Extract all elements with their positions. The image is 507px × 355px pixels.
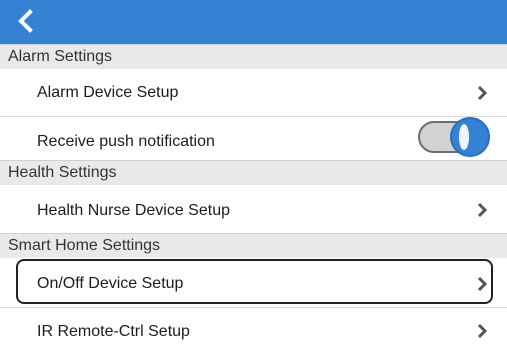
header-bar: [0, 0, 507, 44]
chevron-right-icon: [477, 85, 488, 101]
section-header-health: Health Settings: [0, 160, 507, 185]
row-alarm-device-setup[interactable]: Alarm Device Setup: [0, 69, 507, 116]
section-title-smart-home: Smart Home Settings: [8, 237, 161, 254]
section-header-alarm: Alarm Settings: [0, 44, 507, 69]
row-label-ir-remote-ctrl-setup: IR Remote-Ctrl Setup: [37, 323, 190, 340]
chevron-left-icon: [18, 9, 33, 33]
chevron-right-icon: [477, 202, 488, 218]
section-header-smart-home: Smart Home Settings: [0, 233, 507, 258]
row-ir-remote-ctrl-setup[interactable]: IR Remote-Ctrl Setup: [0, 308, 507, 355]
row-health-nurse-device-setup[interactable]: Health Nurse Device Setup: [0, 185, 507, 233]
push-notification-toggle[interactable]: [416, 117, 490, 157]
settings-screen: Alarm Settings Alarm Device Setup Receiv…: [0, 0, 507, 355]
toggle-knob: [450, 117, 490, 157]
section-title-health: Health Settings: [8, 164, 117, 181]
chevron-right-icon: [477, 323, 488, 339]
row-label-push-notification: Receive push notification: [37, 133, 215, 150]
focus-highlight: [16, 259, 493, 304]
section-title-alarm: Alarm Settings: [8, 48, 113, 65]
back-button[interactable]: [10, 2, 40, 40]
row-label-alarm-device-setup: Alarm Device Setup: [37, 84, 179, 101]
row-label-health-nurse-device-setup: Health Nurse Device Setup: [37, 202, 230, 219]
